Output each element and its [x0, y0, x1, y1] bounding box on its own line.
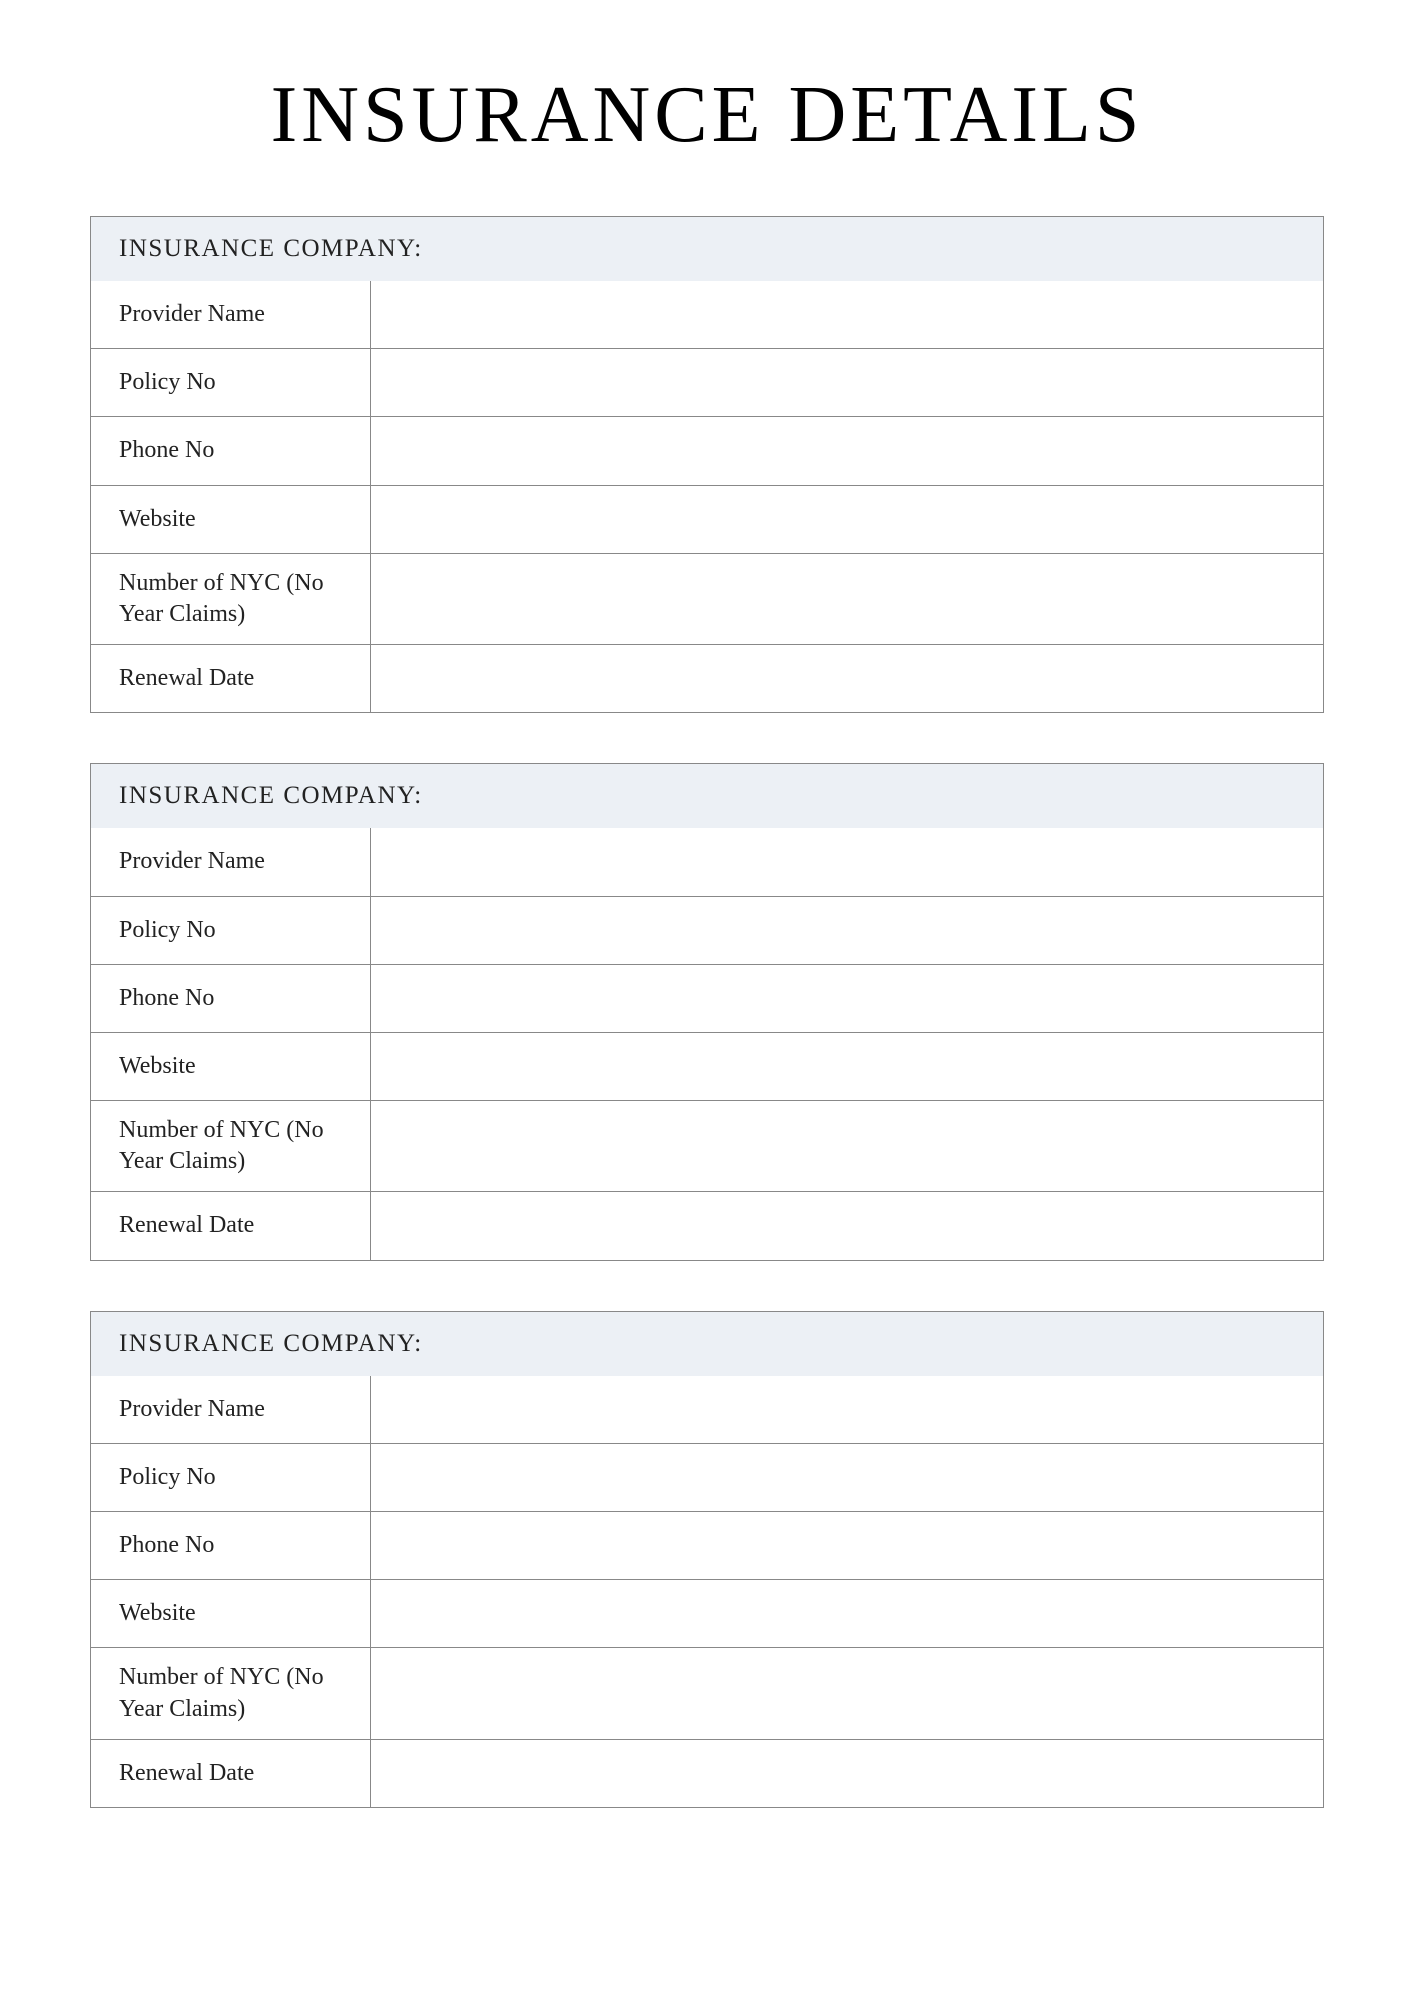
- field-label-provider-name: Provider Name: [91, 1376, 371, 1443]
- field-value-provider-name[interactable]: [371, 1376, 1323, 1443]
- field-value-renewal-date[interactable]: [371, 1740, 1323, 1807]
- insurance-section-3: INSURANCE COMPANY: Provider Name Policy …: [90, 1311, 1324, 1808]
- form-row: Policy No: [91, 348, 1323, 416]
- field-value-policy-no[interactable]: [371, 897, 1323, 964]
- field-label-provider-name: Provider Name: [91, 281, 371, 348]
- field-value-nyc[interactable]: [371, 554, 1323, 644]
- field-label-provider-name: Provider Name: [91, 828, 371, 895]
- field-value-policy-no[interactable]: [371, 1444, 1323, 1511]
- field-label-nyc: Number of NYC (No Year Claims): [91, 1648, 371, 1738]
- field-label-policy-no: Policy No: [91, 1444, 371, 1511]
- field-label-nyc: Number of NYC (No Year Claims): [91, 554, 371, 644]
- section-header: INSURANCE COMPANY:: [91, 1312, 1323, 1376]
- field-value-website[interactable]: [371, 1033, 1323, 1100]
- form-row: Provider Name: [91, 1376, 1323, 1443]
- form-row: Website: [91, 485, 1323, 553]
- form-row: Policy No: [91, 1443, 1323, 1511]
- form-row: Website: [91, 1032, 1323, 1100]
- insurance-section-1: INSURANCE COMPANY: Provider Name Policy …: [90, 216, 1324, 713]
- section-header: INSURANCE COMPANY:: [91, 217, 1323, 281]
- field-label-renewal-date: Renewal Date: [91, 645, 371, 712]
- section-header: INSURANCE COMPANY:: [91, 764, 1323, 828]
- field-label-website: Website: [91, 486, 371, 553]
- insurance-section-2: INSURANCE COMPANY: Provider Name Policy …: [90, 763, 1324, 1260]
- form-row: Renewal Date: [91, 1191, 1323, 1259]
- form-row: Website: [91, 1579, 1323, 1647]
- field-value-phone-no[interactable]: [371, 417, 1323, 484]
- field-value-provider-name[interactable]: [371, 281, 1323, 348]
- form-row: Provider Name: [91, 828, 1323, 895]
- form-row: Policy No: [91, 896, 1323, 964]
- field-value-website[interactable]: [371, 1580, 1323, 1647]
- field-label-renewal-date: Renewal Date: [91, 1192, 371, 1259]
- field-label-phone-no: Phone No: [91, 965, 371, 1032]
- field-label-website: Website: [91, 1580, 371, 1647]
- field-label-policy-no: Policy No: [91, 897, 371, 964]
- form-row: Phone No: [91, 416, 1323, 484]
- form-row: Renewal Date: [91, 1739, 1323, 1807]
- field-value-phone-no[interactable]: [371, 965, 1323, 1032]
- field-value-provider-name[interactable]: [371, 828, 1323, 895]
- form-row: Number of NYC (No Year Claims): [91, 1100, 1323, 1191]
- form-row: Phone No: [91, 1511, 1323, 1579]
- page-title: INSURANCE DETAILS: [90, 70, 1324, 161]
- field-value-renewal-date[interactable]: [371, 1192, 1323, 1259]
- field-label-website: Website: [91, 1033, 371, 1100]
- form-row: Number of NYC (No Year Claims): [91, 1647, 1323, 1738]
- field-value-website[interactable]: [371, 486, 1323, 553]
- field-label-renewal-date: Renewal Date: [91, 1740, 371, 1807]
- field-label-nyc: Number of NYC (No Year Claims): [91, 1101, 371, 1191]
- field-value-nyc[interactable]: [371, 1101, 1323, 1191]
- field-label-phone-no: Phone No: [91, 1512, 371, 1579]
- form-row: Number of NYC (No Year Claims): [91, 553, 1323, 644]
- field-value-policy-no[interactable]: [371, 349, 1323, 416]
- form-row: Renewal Date: [91, 644, 1323, 712]
- form-row: Provider Name: [91, 281, 1323, 348]
- field-label-policy-no: Policy No: [91, 349, 371, 416]
- field-value-nyc[interactable]: [371, 1648, 1323, 1738]
- field-value-phone-no[interactable]: [371, 1512, 1323, 1579]
- form-row: Phone No: [91, 964, 1323, 1032]
- field-label-phone-no: Phone No: [91, 417, 371, 484]
- field-value-renewal-date[interactable]: [371, 645, 1323, 712]
